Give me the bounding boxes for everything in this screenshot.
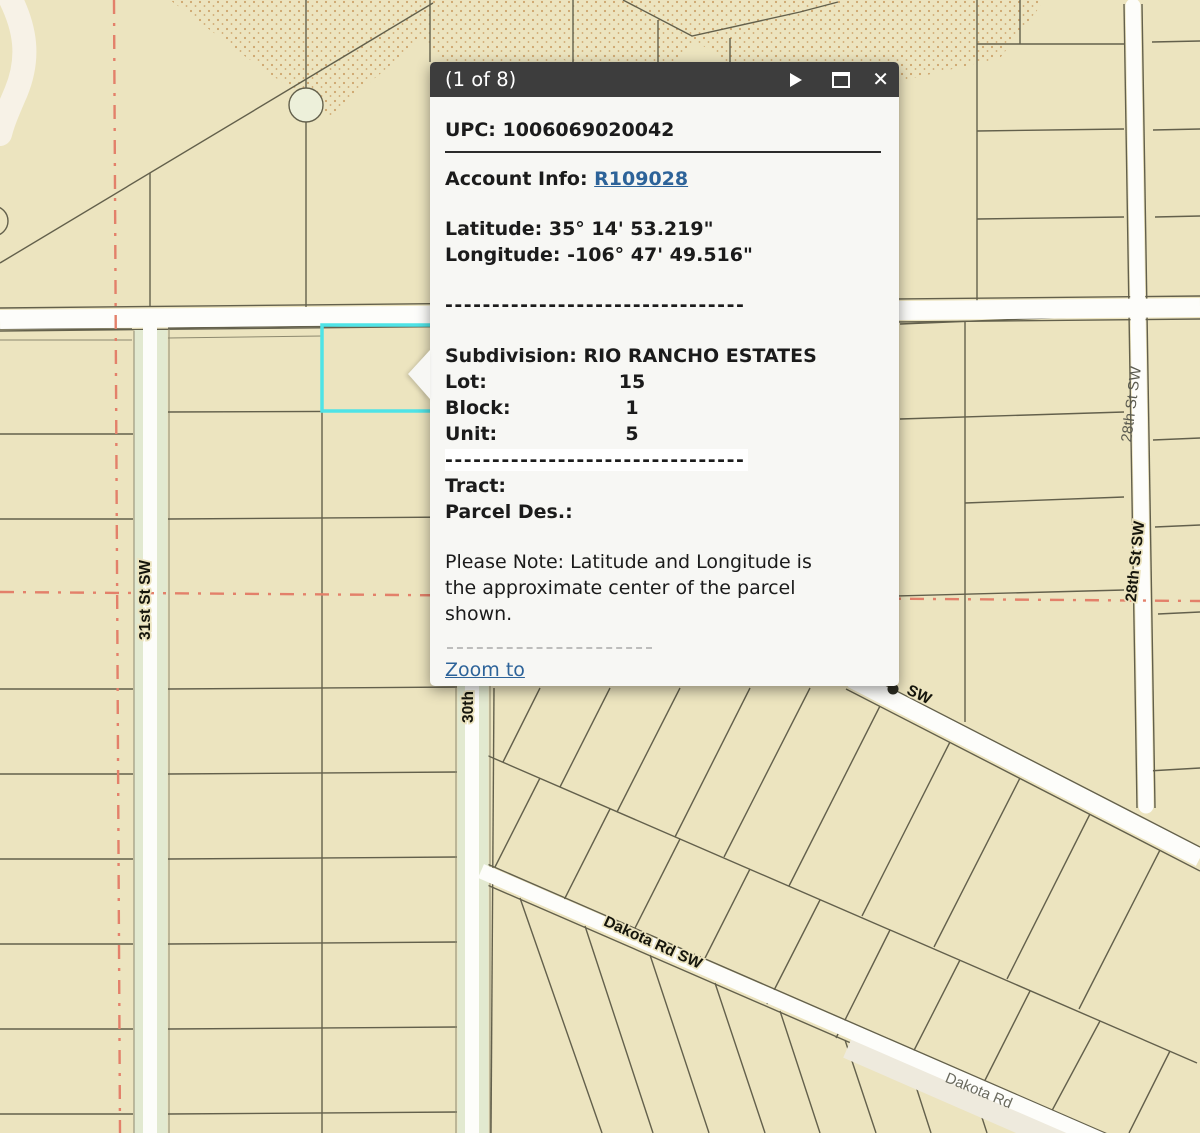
note-text: Please Note: Latitude and Longitude is t… xyxy=(445,549,835,627)
clipped-separator xyxy=(447,647,652,649)
divider-rule xyxy=(445,151,881,153)
parcel-des-row: Parcel Des.: xyxy=(445,499,881,525)
block-row: Block: 1 xyxy=(445,395,881,421)
zoom-to-link[interactable]: Zoom to xyxy=(445,659,525,681)
upc-value: 1006069020042 xyxy=(503,119,675,141)
unit-value: 5 xyxy=(603,421,661,447)
latitude-value: 35° 14' 53.219" xyxy=(549,218,714,240)
latitude-row: Latitude: 35° 14' 53.219" xyxy=(445,216,881,242)
unit-label: Unit: xyxy=(445,423,497,445)
subdivision-row: Subdivision: RIO RANCHO ESTATES xyxy=(445,343,881,369)
latitude-label: Latitude: xyxy=(445,218,542,240)
street-label-31st: 31st St SW xyxy=(137,560,154,640)
map-stage: 31st St SW 28th St SW 28th St SW 30th SW… xyxy=(0,0,1200,1133)
account-row: Account Info: R109028 xyxy=(445,166,881,192)
block-value: 1 xyxy=(603,395,661,421)
subdivision-value: RIO RANCHO ESTATES xyxy=(583,345,816,367)
upc-row: UPC: 1006069020042 xyxy=(445,117,881,143)
maximize-icon[interactable] xyxy=(832,72,850,88)
account-label: Account Info: xyxy=(445,168,588,190)
tract-row: Tract: xyxy=(445,473,881,499)
longitude-row: Longitude: -106° 47' 49.516" xyxy=(445,242,881,268)
lot-label: Lot: xyxy=(445,371,487,393)
dashed-separator: -------------------------------- xyxy=(445,292,881,318)
street-label-30th: 30th xyxy=(460,691,477,723)
unit-row: Unit: 5 xyxy=(445,421,881,447)
longitude-label: Longitude: xyxy=(445,244,561,266)
upc-label: UPC: xyxy=(445,119,496,141)
feature-info-popup: (1 of 8) ✕ UPC: 1006069020042 Account In… xyxy=(430,62,899,686)
popup-controls: ✕ xyxy=(790,62,889,97)
tract-label: Tract: xyxy=(445,475,506,497)
longitude-value: -106° 47' 49.516" xyxy=(567,244,753,266)
account-link[interactable]: R109028 xyxy=(594,168,688,190)
block-label: Block: xyxy=(445,397,511,419)
subdivision-label: Subdivision: xyxy=(445,345,577,367)
popup-pointer xyxy=(408,350,430,399)
close-icon[interactable]: ✕ xyxy=(872,62,889,97)
popup-title-bar[interactable]: (1 of 8) ✕ xyxy=(430,62,899,97)
next-feature-icon[interactable] xyxy=(790,73,802,87)
dashed-separator-highlighted: -------------------------------- xyxy=(445,449,748,471)
lot-row: Lot: 15 xyxy=(445,369,881,395)
popup-page-indicator: (1 of 8) xyxy=(445,68,516,91)
lot-value: 15 xyxy=(603,369,661,395)
popup-body: UPC: 1006069020042 Account Info: R109028… xyxy=(430,117,899,683)
parcel-des-label: Parcel Des.: xyxy=(445,501,573,523)
